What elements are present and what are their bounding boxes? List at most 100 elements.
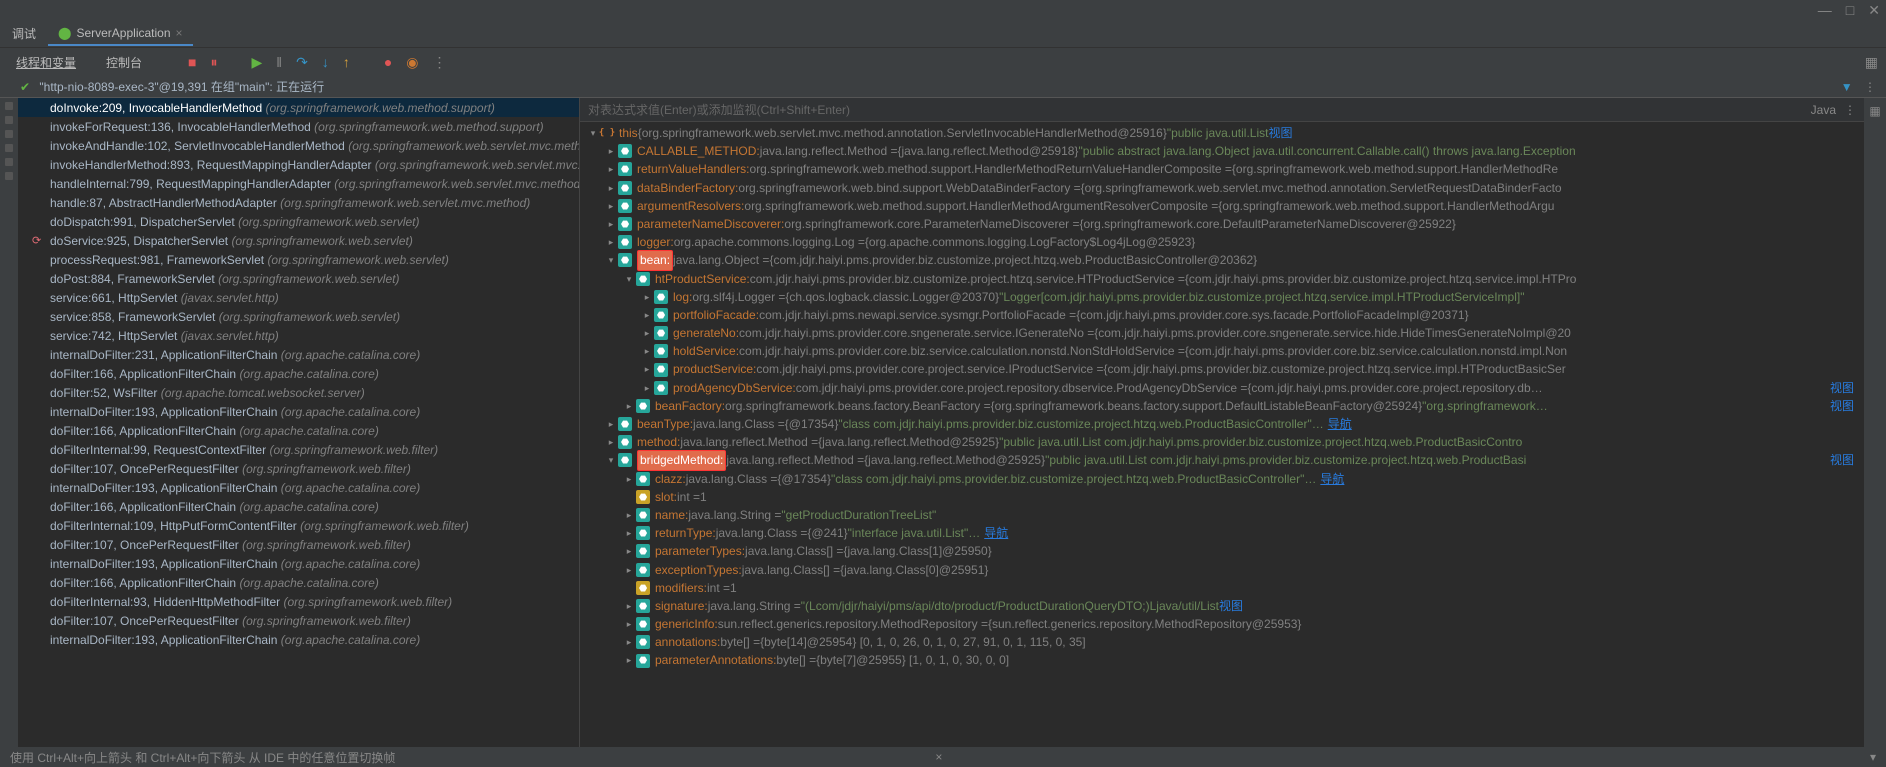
expand-icon[interactable]: ▸ (640, 324, 654, 342)
stack-frame[interactable]: handle:87, AbstractHandlerMethodAdapter … (18, 193, 579, 212)
stack-frame[interactable]: doInvoke:209, InvocableHandlerMethod (or… (18, 98, 579, 117)
stack-frame[interactable]: doFilter:166, ApplicationFilterChain (or… (18, 497, 579, 516)
expand-icon[interactable]: ▸ (604, 197, 618, 215)
variable-node[interactable]: ▸⬣dataBinderFactory: org.springframework… (580, 179, 1864, 197)
expand-icon[interactable]: ▸ (622, 542, 636, 560)
variable-node[interactable]: ▸⬣argumentResolvers: org.springframework… (580, 197, 1864, 215)
variable-node[interactable]: ▸⬣productService: com.jdjr.haiyi.pms.pro… (580, 360, 1864, 378)
stack-frame[interactable]: doFilter:107, OncePerRequestFilter (org.… (18, 611, 579, 630)
variables-tab[interactable]: 线程和变量 (8, 51, 84, 74)
expand-icon[interactable]: ▾ (604, 251, 618, 269)
navigate-link[interactable]: 导航 (1328, 415, 1352, 433)
thread-name[interactable]: "http-nio-8089-exec-3"@19,391 在组"main": … (39, 80, 324, 94)
frames-panel[interactable]: doInvoke:209, InvocableHandlerMethod (or… (18, 98, 580, 747)
variable-node[interactable]: ▸⬣returnValueHandlers: org.springframewo… (580, 160, 1864, 178)
close-icon[interactable]: ✕ (1868, 2, 1880, 19)
layout-icon[interactable]: ▦ (1865, 54, 1878, 71)
variable-node[interactable]: ▸⬣parameterTypes: java.lang.Class[] = {j… (580, 542, 1864, 560)
force-step-icon[interactable]: ↑ (343, 54, 350, 70)
stack-frame[interactable]: doFilterInternal:109, HttpPutFormContent… (18, 516, 579, 535)
eval-more-icon[interactable]: ⋮ (1844, 103, 1856, 117)
stop-icon[interactable]: ■ (188, 54, 196, 70)
variable-node[interactable]: ▸⬣exceptionTypes: java.lang.Class[] = {j… (580, 561, 1864, 579)
variables-tree[interactable]: ▾{ }this {org.springframework.web.servle… (580, 122, 1864, 747)
expand-icon[interactable]: ▸ (640, 360, 654, 378)
expand-icon[interactable]: ▸ (604, 179, 618, 197)
navigate-link[interactable]: 导航 (1320, 470, 1344, 488)
stack-frame[interactable]: internalDoFilter:193, ApplicationFilterC… (18, 630, 579, 649)
stack-frame[interactable]: internalDoFilter:193, ApplicationFilterC… (18, 554, 579, 573)
more-icon[interactable]: ⋮ (433, 54, 447, 71)
variable-node[interactable]: ▸⬣logger: org.apache.commons.logging.Log… (580, 233, 1864, 251)
status-close-icon[interactable]: × (935, 750, 942, 764)
stack-frame[interactable]: doFilterInternal:93, HiddenHttpMethodFil… (18, 592, 579, 611)
expand-icon[interactable]: ▾ (622, 270, 636, 288)
stack-frame[interactable]: processRequest:981, FrameworkServlet (or… (18, 250, 579, 269)
variable-node[interactable]: ▸⬣portfolioFacade: com.jdjr.haiyi.pms.ne… (580, 306, 1864, 324)
variable-node[interactable]: ▾⬣bean: java.lang.Object = {com.jdjr.hai… (580, 251, 1864, 269)
variable-node[interactable]: ▸⬣name: java.lang.String = "getProductDu… (580, 506, 1864, 524)
stack-frame[interactable]: handleInternal:799, RequestMappingHandle… (18, 174, 579, 193)
variable-node[interactable]: ▸⬣returnType: java.lang.Class = {@241} "… (580, 524, 1864, 542)
stack-frame[interactable]: service:742, HttpServlet (javax.servlet.… (18, 326, 579, 345)
breakpoints-icon[interactable]: ● (384, 54, 392, 70)
stack-frame[interactable]: doFilterInternal:99, RequestContextFilte… (18, 440, 579, 459)
stack-frame[interactable]: doPost:884, FrameworkServlet (org.spring… (18, 269, 579, 288)
variable-node[interactable]: ▸⬣clazz: java.lang.Class = {@17354} "cla… (580, 470, 1864, 488)
variable-node[interactable]: ⬣slot: int = 1 (580, 488, 1864, 506)
expand-icon[interactable]: ▸ (622, 397, 636, 415)
stack-frame[interactable]: doFilter:166, ApplicationFilterChain (or… (18, 421, 579, 440)
stack-frame[interactable]: doFilter:166, ApplicationFilterChain (or… (18, 364, 579, 383)
expand-icon[interactable]: ▸ (604, 415, 618, 433)
settings-icon[interactable]: ▦ (1869, 104, 1880, 118)
variable-node[interactable]: ▾⬣htProductService: com.jdjr.haiyi.pms.p… (580, 270, 1864, 288)
expand-icon[interactable]: ▸ (622, 597, 636, 615)
variable-node[interactable]: ▾⬣bridgedMethod: java.lang.reflect.Metho… (580, 451, 1864, 469)
stack-frame[interactable]: ⟳doService:925, DispatcherServlet (org.s… (18, 231, 579, 250)
pause2-icon[interactable]: ‖ (276, 54, 282, 70)
filter-icon[interactable]: ▼ (1841, 80, 1853, 94)
stack-frame[interactable]: invokeHandlerMethod:893, RequestMappingH… (18, 155, 579, 174)
evaluate-expression-bar[interactable]: 对表达式求值(Enter)或添加监视(Ctrl+Shift+Enter) Jav… (580, 98, 1864, 122)
stack-frame[interactable]: doDispatch:991, DispatcherServlet (org.s… (18, 212, 579, 231)
more-thread-icon[interactable]: ⋮ (1864, 80, 1876, 94)
close-tab-icon[interactable]: × (176, 26, 183, 40)
stack-frame[interactable]: service:858, FrameworkServlet (org.sprin… (18, 307, 579, 326)
eval-lang[interactable]: Java (1811, 103, 1836, 117)
variable-node[interactable]: ▸⬣genericInfo: sun.reflect.generics.repo… (580, 615, 1864, 633)
pause-icon[interactable]: ⏸ (211, 54, 218, 71)
expand-icon[interactable]: ▸ (640, 306, 654, 324)
expand-icon[interactable]: ▸ (604, 433, 618, 451)
view-link[interactable]: 视图 (1830, 379, 1858, 397)
mute-bp-icon[interactable]: ◉ (406, 54, 418, 71)
step-into-icon[interactable]: ↓ (322, 54, 329, 70)
variable-node[interactable]: ▸⬣prodAgencyDbService: com.jdjr.haiyi.pm… (580, 379, 1864, 397)
stack-frame[interactable]: internalDoFilter:231, ApplicationFilterC… (18, 345, 579, 364)
stack-frame[interactable]: doFilter:107, OncePerRequestFilter (org.… (18, 459, 579, 478)
variable-node[interactable]: ▸⬣holdService: com.jdjr.haiyi.pms.provid… (580, 342, 1864, 360)
expand-icon[interactable]: ▸ (604, 215, 618, 233)
debug-tool-tab[interactable]: 调试 (0, 20, 48, 47)
expand-icon[interactable]: ▸ (640, 288, 654, 306)
variable-node[interactable]: ▾{ }this {org.springframework.web.servle… (580, 124, 1864, 142)
stack-frame[interactable]: service:661, HttpServlet (javax.servlet.… (18, 288, 579, 307)
step-over-icon[interactable]: ↷ (296, 54, 308, 71)
expand-icon[interactable]: ▸ (622, 470, 636, 488)
expand-icon[interactable]: ▸ (622, 506, 636, 524)
expand-icon[interactable]: ▸ (640, 379, 654, 397)
stack-frame[interactable]: internalDoFilter:193, ApplicationFilterC… (18, 402, 579, 421)
variable-node[interactable]: ▸⬣annotations: byte[] = {byte[14]@25954}… (580, 633, 1864, 651)
variable-node[interactable]: ▸⬣parameterAnnotations: byte[] = {byte[7… (580, 651, 1864, 669)
stack-frame[interactable]: doFilter:52, WsFilter (org.apache.tomcat… (18, 383, 579, 402)
stack-frame[interactable]: internalDoFilter:193, ApplicationFilterC… (18, 478, 579, 497)
expand-icon[interactable]: ▸ (604, 160, 618, 178)
expand-icon[interactable]: ▸ (622, 633, 636, 651)
maximize-icon[interactable]: □ (1846, 2, 1854, 18)
expand-icon[interactable]: ▸ (604, 142, 618, 160)
variable-node[interactable]: ⬣modifiers: int = 1 (580, 579, 1864, 597)
view-link[interactable]: 视图 (1268, 126, 1296, 140)
view-link[interactable]: 视图 (1830, 451, 1858, 469)
variable-node[interactable]: ▸⬣beanFactory: org.springframework.beans… (580, 397, 1864, 415)
navigate-link[interactable]: 导航 (984, 524, 1008, 542)
expand-icon[interactable]: ▸ (622, 651, 636, 669)
